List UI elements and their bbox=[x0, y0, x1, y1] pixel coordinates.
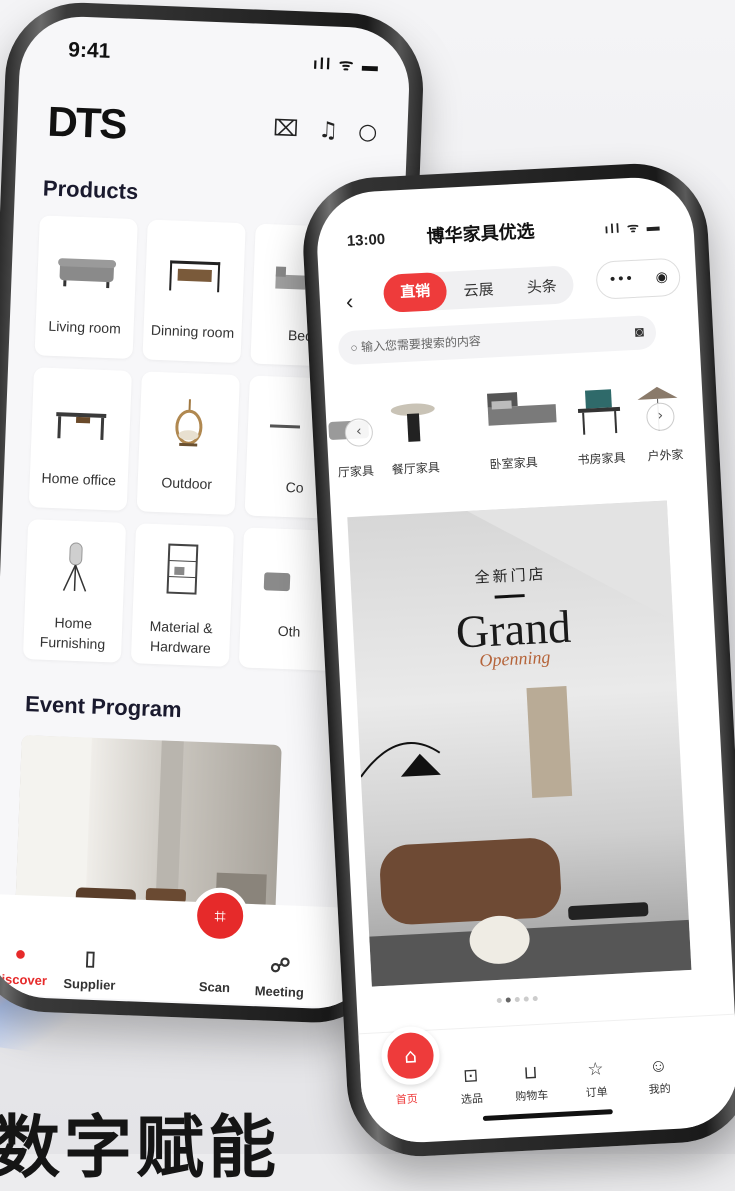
category-label: Material & Hardware bbox=[131, 615, 230, 659]
category-label: Home office bbox=[29, 467, 128, 491]
page-title: 博华家具优选 bbox=[426, 217, 535, 249]
category-label: Outdoor bbox=[137, 471, 236, 495]
products-heading: Products bbox=[42, 175, 138, 205]
promo-banner[interactable]: 全新门店 Grand Openning bbox=[347, 500, 691, 986]
ticket-icon[interactable]: ⌧ bbox=[273, 116, 299, 142]
category-label: Dinning room bbox=[143, 319, 242, 343]
bell-icon[interactable]: ♫ bbox=[318, 118, 339, 144]
front-phone-screen: 13:00 博华家具优选 ıll ᯤ ▬ ‹ 直销 云展 头条 ••• ◉ ○ … bbox=[314, 175, 735, 1145]
category-item[interactable]: 餐厅家具 bbox=[377, 392, 451, 479]
category-card[interactable]: Living room bbox=[35, 215, 138, 359]
tab-supplier[interactable]: ▯Supplier bbox=[54, 945, 126, 994]
category-item[interactable]: 卧室家具 bbox=[465, 386, 559, 474]
hanging-chair-icon bbox=[155, 392, 223, 454]
category-label: Home Furnishing bbox=[23, 611, 122, 655]
more-icon[interactable]: ••• bbox=[608, 271, 634, 288]
segment-control: 直销 云展 头条 bbox=[383, 265, 575, 313]
dts-logo: DTS bbox=[47, 98, 127, 149]
status-time: 13:00 bbox=[346, 231, 385, 250]
category-label: 户外家 bbox=[630, 445, 701, 466]
profile-icon: ☺ bbox=[628, 1054, 689, 1078]
segment-news[interactable]: 头条 bbox=[510, 274, 574, 298]
category-card[interactable]: Dinning room bbox=[142, 220, 245, 364]
search-icon[interactable]: ○ bbox=[358, 120, 378, 146]
category-card[interactable]: Material & Hardware bbox=[131, 523, 234, 667]
header-icons: ⌧ ♫ ○ bbox=[273, 116, 378, 145]
shelf-icon bbox=[149, 538, 217, 600]
carousel-dots bbox=[497, 996, 538, 1003]
category-label: 餐厅家具 bbox=[380, 458, 451, 479]
category-strip: 厅家具 餐厅家具 卧室家具 书房家具 户外家 bbox=[325, 379, 707, 499]
tab-orders[interactable]: ☆订单 bbox=[565, 1057, 627, 1101]
back-arrow-icon[interactable]: ‹ bbox=[345, 289, 354, 315]
dining-table-icon bbox=[383, 392, 444, 449]
status-icons: ıll ᯤ ▬ bbox=[313, 52, 381, 77]
event-heading: Event Program bbox=[25, 691, 182, 723]
select-icon: ⊡ bbox=[440, 1064, 501, 1088]
category-item[interactable]: 书房家具 bbox=[563, 382, 637, 469]
category-card[interactable]: Home office bbox=[29, 367, 132, 511]
category-label: 书房家具 bbox=[566, 448, 637, 469]
segment-expo[interactable]: 云展 bbox=[446, 277, 510, 301]
desk-icon bbox=[47, 396, 115, 446]
category-card[interactable]: Outdoor bbox=[137, 371, 240, 515]
compass-icon: ● bbox=[0, 942, 56, 968]
search-icon: ○ bbox=[350, 340, 361, 355]
tab-select[interactable]: ⊡选品 bbox=[440, 1064, 502, 1108]
tab-profile[interactable]: ☺我的 bbox=[628, 1054, 690, 1098]
search-input[interactable]: ○ 输入您需要搜索的内容 ◙ bbox=[338, 315, 657, 366]
headline: 数字赋能 bbox=[0, 1092, 280, 1191]
tab-home[interactable]: 首页 bbox=[376, 1089, 437, 1108]
study-desk-icon bbox=[569, 382, 630, 439]
people-icon: ☍ bbox=[245, 952, 316, 980]
status-time: 9:41 bbox=[68, 38, 111, 64]
tab-cart[interactable]: ⊔购物车 bbox=[500, 1061, 562, 1105]
category-card[interactable]: Home Furnishing bbox=[23, 519, 126, 663]
order-icon: ☆ bbox=[565, 1057, 626, 1081]
front-phone: 13:00 博华家具优选 ıll ᯤ ▬ ‹ 直销 云展 头条 ••• ◉ ○ … bbox=[300, 160, 735, 1160]
tab-meeting[interactable]: ☍Meeting bbox=[244, 952, 316, 1001]
cart-icon: ⊔ bbox=[500, 1061, 561, 1085]
chair-icon bbox=[257, 556, 325, 606]
tab-scan[interactable]: .Scan bbox=[179, 949, 251, 996]
floor-lamp-icon bbox=[41, 536, 109, 598]
miniapp-capsule: ••• ◉ bbox=[595, 258, 681, 300]
scan-icon: ⌗ bbox=[214, 904, 226, 928]
sideboard-icon bbox=[161, 248, 229, 298]
status-icons: ıll ᯤ ▬ bbox=[604, 216, 662, 237]
close-target-icon[interactable]: ◉ bbox=[655, 269, 668, 286]
camera-icon[interactable]: ◙ bbox=[634, 315, 645, 349]
segment-direct[interactable]: 直销 bbox=[383, 272, 448, 313]
bed-icon bbox=[465, 386, 558, 445]
sofa-icon bbox=[53, 244, 121, 294]
tab-discover[interactable]: ●Discover bbox=[0, 942, 56, 989]
home-icon: ⌂ bbox=[404, 1043, 418, 1068]
category-label: Living room bbox=[35, 315, 134, 339]
category-label: 卧室家具 bbox=[468, 452, 559, 474]
building-icon: ▯ bbox=[55, 945, 126, 973]
